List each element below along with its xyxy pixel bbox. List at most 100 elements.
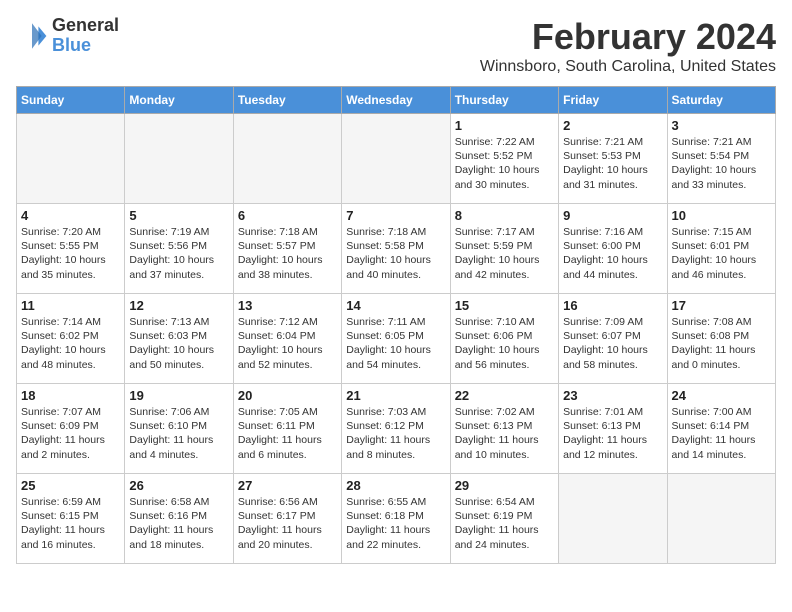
calendar-cell: 29 Sunrise: 6:54 AM Sunset: 6:19 PM Dayli… [450, 474, 558, 564]
day-number: 8 [455, 208, 554, 223]
calendar-cell: 8Sunrise: 7:17 AM Sunset: 5:59 PM Daylig… [450, 204, 558, 294]
calendar-cell [667, 474, 775, 564]
day-info: Sunrise: 7:18 AM Sunset: 5:58 PM Dayligh… [346, 225, 445, 282]
day-number: 7 [346, 208, 445, 223]
day-info: Sunrise: 7:16 AM Sunset: 6:00 PM Dayligh… [563, 225, 662, 282]
day-info: Sunrise: 6:54 AM Sunset: 6:19 PM Dayligh… [455, 495, 554, 552]
calendar-cell: 26 Sunrise: 6:58 AM Sunset: 6:16 PM Dayli… [125, 474, 233, 564]
day-number: 12 [129, 298, 228, 313]
calendar-cell: 15Sunrise: 7:10 AM Sunset: 6:06 PM Dayli… [450, 294, 558, 384]
day-number: 1 [455, 118, 554, 133]
day-number: 15 [455, 298, 554, 313]
calendar-cell: 13Sunrise: 7:12 AM Sunset: 6:04 PM Dayli… [233, 294, 341, 384]
day-info: Sunrise: 7:01 AM Sunset: 6:13 PM Dayligh… [563, 405, 662, 462]
day-header-friday: Friday [559, 87, 667, 114]
calendar-cell: 16Sunrise: 7:09 AM Sunset: 6:07 PM Dayli… [559, 294, 667, 384]
calendar-cell: 4 Sunrise: 7:20 AM Sunset: 5:55 PM Daylig… [17, 204, 125, 294]
week-row-5: 25Sunrise: 6:59 AM Sunset: 6:15 PM Dayli… [17, 474, 776, 564]
day-number: 11 [21, 298, 120, 313]
day-info: Sunrise: 7:21 AM Sunset: 5:54 PM Dayligh… [672, 135, 771, 192]
day-number: 28 [346, 478, 445, 493]
week-row-4: 18 Sunrise: 7:07 AM Sunset: 6:09 PM Dayli… [17, 384, 776, 474]
day-info: Sunrise: 6:55 AM Sunset: 6:18 PM Dayligh… [346, 495, 445, 552]
day-number: 23 [563, 388, 662, 403]
day-number: 10 [672, 208, 771, 223]
day-number: 5 [129, 208, 228, 223]
week-row-1: 1Sunrise: 7:22 AM Sunset: 5:52 PM Daylig… [17, 114, 776, 204]
calendar-cell: 1Sunrise: 7:22 AM Sunset: 5:52 PM Daylig… [450, 114, 558, 204]
day-info: Sunrise: 7:13 AM Sunset: 6:03 PM Dayligh… [129, 315, 228, 372]
day-info: Sunrise: 7:09 AM Sunset: 6:07 PM Dayligh… [563, 315, 662, 372]
logo-general: General [52, 16, 119, 36]
day-info: Sunrise: 7:19 AM Sunset: 5:56 PM Dayligh… [129, 225, 228, 282]
calendar-cell [559, 474, 667, 564]
day-number: 3 [672, 118, 771, 133]
calendar-cell: 17 Sunrise: 7:08 AM Sunset: 6:08 PM Dayli… [667, 294, 775, 384]
calendar-cell: 9 Sunrise: 7:16 AM Sunset: 6:00 PM Daylig… [559, 204, 667, 294]
day-number: 27 [238, 478, 337, 493]
calendar-cell: 11Sunrise: 7:14 AM Sunset: 6:02 PM Dayli… [17, 294, 125, 384]
day-number: 29 [455, 478, 554, 493]
logo-icon [16, 20, 48, 52]
day-number: 26 [129, 478, 228, 493]
logo-blue: Blue [52, 36, 119, 56]
day-info: Sunrise: 7:05 AM Sunset: 6:11 PM Dayligh… [238, 405, 337, 462]
day-number: 20 [238, 388, 337, 403]
day-info: Sunrise: 7:15 AM Sunset: 6:01 PM Dayligh… [672, 225, 771, 282]
day-info: Sunrise: 7:20 AM Sunset: 5:55 PM Dayligh… [21, 225, 120, 282]
logo: General Blue [16, 16, 119, 56]
calendar-cell: 19 Sunrise: 7:06 AM Sunset: 6:10 PM Dayli… [125, 384, 233, 474]
day-number: 19 [129, 388, 228, 403]
day-number: 9 [563, 208, 662, 223]
day-number: 18 [21, 388, 120, 403]
calendar-cell: 27 Sunrise: 6:56 AM Sunset: 6:17 PM Dayli… [233, 474, 341, 564]
day-info: Sunrise: 6:56 AM Sunset: 6:17 PM Dayligh… [238, 495, 337, 552]
day-number: 21 [346, 388, 445, 403]
day-info: Sunrise: 6:58 AM Sunset: 6:16 PM Dayligh… [129, 495, 228, 552]
day-number: 6 [238, 208, 337, 223]
calendar-cell [342, 114, 450, 204]
day-info: Sunrise: 7:03 AM Sunset: 6:12 PM Dayligh… [346, 405, 445, 462]
calendar-cell: 20 Sunrise: 7:05 AM Sunset: 6:11 PM Dayli… [233, 384, 341, 474]
calendar-table: SundayMondayTuesdayWednesdayThursdayFrid… [16, 86, 776, 564]
calendar-cell: 24 Sunrise: 7:00 AM Sunset: 6:14 PM Dayli… [667, 384, 775, 474]
day-header-wednesday: Wednesday [342, 87, 450, 114]
calendar-cell: 14 Sunrise: 7:11 AM Sunset: 6:05 PM Dayli… [342, 294, 450, 384]
day-info: Sunrise: 7:11 AM Sunset: 6:05 PM Dayligh… [346, 315, 445, 372]
calendar-cell: 10 Sunrise: 7:15 AM Sunset: 6:01 PM Dayli… [667, 204, 775, 294]
calendar-cell: 22Sunrise: 7:02 AM Sunset: 6:13 PM Dayli… [450, 384, 558, 474]
day-number: 4 [21, 208, 120, 223]
calendar-cell: 28 Sunrise: 6:55 AM Sunset: 6:18 PM Dayli… [342, 474, 450, 564]
day-info: Sunrise: 7:06 AM Sunset: 6:10 PM Dayligh… [129, 405, 228, 462]
day-number: 14 [346, 298, 445, 313]
calendar-cell: 6 Sunrise: 7:18 AM Sunset: 5:57 PM Daylig… [233, 204, 341, 294]
logo-text: General Blue [52, 16, 119, 56]
title-block: February 2024 Winnsboro, South Carolina,… [480, 16, 776, 76]
calendar-header-row: SundayMondayTuesdayWednesdayThursdayFrid… [17, 87, 776, 114]
day-info: Sunrise: 7:00 AM Sunset: 6:14 PM Dayligh… [672, 405, 771, 462]
calendar-cell: 3 Sunrise: 7:21 AM Sunset: 5:54 PM Daylig… [667, 114, 775, 204]
day-info: Sunrise: 7:08 AM Sunset: 6:08 PM Dayligh… [672, 315, 771, 372]
calendar-cell: 2 Sunrise: 7:21 AM Sunset: 5:53 PM Daylig… [559, 114, 667, 204]
week-row-3: 11Sunrise: 7:14 AM Sunset: 6:02 PM Dayli… [17, 294, 776, 384]
day-header-thursday: Thursday [450, 87, 558, 114]
day-info: Sunrise: 7:21 AM Sunset: 5:53 PM Dayligh… [563, 135, 662, 192]
main-title: February 2024 [480, 16, 776, 58]
day-info: Sunrise: 7:07 AM Sunset: 6:09 PM Dayligh… [21, 405, 120, 462]
day-info: Sunrise: 7:18 AM Sunset: 5:57 PM Dayligh… [238, 225, 337, 282]
day-number: 17 [672, 298, 771, 313]
week-row-2: 4 Sunrise: 7:20 AM Sunset: 5:55 PM Daylig… [17, 204, 776, 294]
day-number: 24 [672, 388, 771, 403]
day-header-tuesday: Tuesday [233, 87, 341, 114]
calendar-cell [125, 114, 233, 204]
day-number: 22 [455, 388, 554, 403]
calendar-cell: 12 Sunrise: 7:13 AM Sunset: 6:03 PM Dayli… [125, 294, 233, 384]
calendar-cell [17, 114, 125, 204]
day-number: 25 [21, 478, 120, 493]
day-header-monday: Monday [125, 87, 233, 114]
page-header: General Blue February 2024 Winnsboro, So… [16, 16, 776, 76]
day-number: 2 [563, 118, 662, 133]
calendar-body: 1Sunrise: 7:22 AM Sunset: 5:52 PM Daylig… [17, 114, 776, 564]
day-number: 13 [238, 298, 337, 313]
day-header-sunday: Sunday [17, 87, 125, 114]
